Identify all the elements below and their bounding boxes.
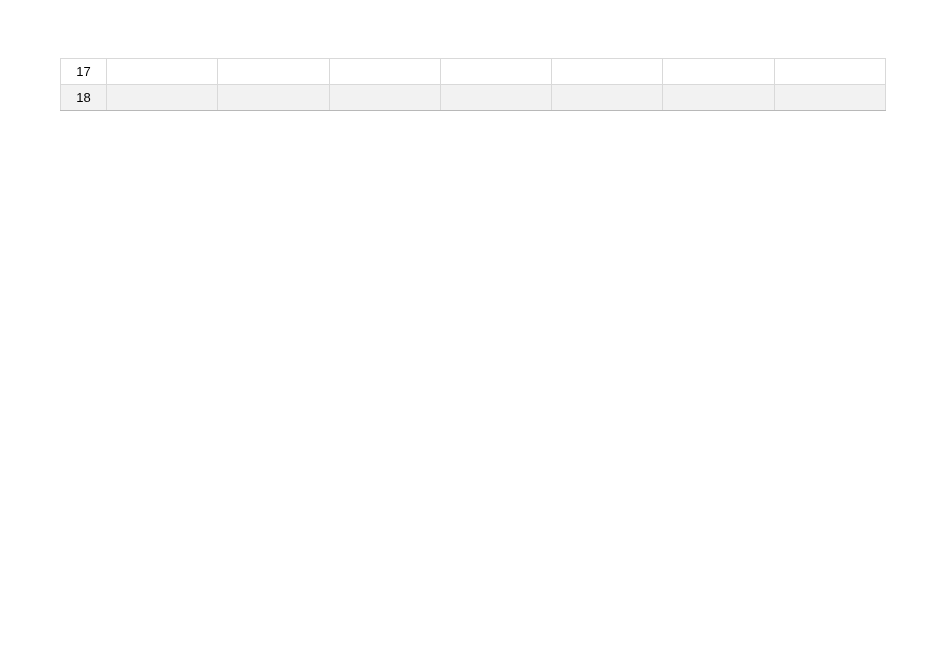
data-cell[interactable] [218,59,329,85]
data-cell[interactable] [218,85,329,111]
table-row[interactable]: 17 [61,59,886,85]
data-cell[interactable] [663,59,774,85]
data-cell[interactable] [663,85,774,111]
table-row[interactable]: 18 [61,85,886,111]
data-table: 17 18 [60,58,886,111]
data-cell[interactable] [107,59,218,85]
table-body: 17 18 [61,59,886,111]
data-cell[interactable] [552,85,663,111]
data-cell[interactable] [107,85,218,111]
row-number-cell[interactable]: 18 [61,85,107,111]
data-cell[interactable] [440,85,551,111]
data-cell[interactable] [329,85,440,111]
table-container: 17 18 [60,58,886,111]
row-number-cell[interactable]: 17 [61,59,107,85]
data-cell[interactable] [774,59,885,85]
data-cell[interactable] [440,59,551,85]
data-cell[interactable] [552,59,663,85]
data-cell[interactable] [329,59,440,85]
data-cell[interactable] [774,85,885,111]
